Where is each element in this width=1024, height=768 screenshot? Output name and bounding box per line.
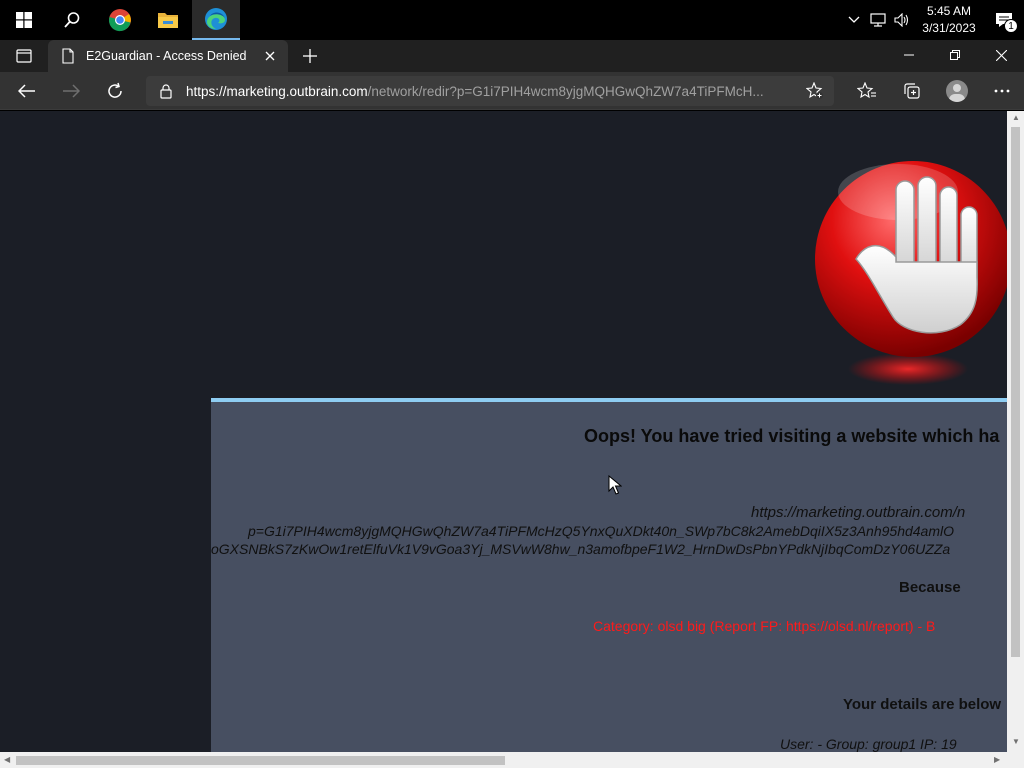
favorites-button[interactable] xyxy=(844,72,889,110)
blocked-url-line-2: p=G1i7PIH4wcm8yjgMQHGwQhZW7a4TiPFMcHzQ5Y… xyxy=(248,523,954,539)
action-center-button[interactable]: 1 xyxy=(984,0,1024,40)
edge-icon xyxy=(205,8,227,30)
clock-time: 5:45 AM xyxy=(926,4,972,18)
file-explorer-taskbar-button[interactable] xyxy=(144,0,192,40)
scroll-up-arrow-icon[interactable]: ▲ xyxy=(1012,113,1020,122)
scroll-right-arrow-icon[interactable]: ▶ xyxy=(994,755,1000,764)
clock[interactable]: 5:45 AM 3/31/2023 xyxy=(914,3,984,37)
page-viewport: Oops! You have tried visiting a website … xyxy=(0,111,1007,752)
windows-logo-icon xyxy=(16,12,32,28)
search-icon xyxy=(64,12,80,28)
collections-icon xyxy=(903,83,920,99)
blocked-url-line-1: https://marketing.outbrain.com/n xyxy=(751,504,966,521)
refresh-button[interactable] xyxy=(93,72,137,110)
chrome-icon xyxy=(108,9,131,32)
network-button[interactable] xyxy=(866,0,890,40)
page-title: Oops! You have tried visiting a website … xyxy=(584,426,1000,446)
tab-actions-icon xyxy=(16,49,32,63)
arrow-left-icon xyxy=(18,83,35,98)
avatar xyxy=(945,80,968,102)
network-icon xyxy=(870,13,886,27)
taskbar: 5:45 AM 3/31/2023 1 xyxy=(0,0,1024,40)
close-icon xyxy=(265,51,275,61)
speaker-icon xyxy=(894,13,909,27)
profile-button[interactable] xyxy=(934,72,979,110)
minimize-button[interactable] xyxy=(886,40,932,70)
arrow-right-icon xyxy=(63,83,80,98)
vertical-scroll-thumb[interactable] xyxy=(1011,127,1020,657)
horizontal-scroll-thumb[interactable] xyxy=(16,756,505,765)
denied-panel: Oops! You have tried visiting a website … xyxy=(211,398,1007,752)
tab-active[interactable]: E2Guardian - Access Denied xyxy=(48,40,288,72)
toolbar-right xyxy=(844,72,1024,110)
new-tab-button[interactable] xyxy=(294,40,326,72)
start-button[interactable] xyxy=(0,0,48,40)
window-controls xyxy=(886,40,1024,70)
blocked-url-line-3: oGXSNBkS7zKwOw1retElfuVk1V9vGoa3Yj_MSVwW… xyxy=(211,541,951,557)
url-text[interactable]: https://marketing.outbrain.com/network/r… xyxy=(186,84,790,99)
system-tray: 5:45 AM 3/31/2023 1 xyxy=(842,0,1024,40)
lock-icon[interactable] xyxy=(158,83,174,99)
tab-title: E2Guardian - Access Denied xyxy=(86,49,247,63)
settings-menu-button[interactable] xyxy=(979,72,1024,110)
volume-button[interactable] xyxy=(890,0,914,40)
because-heading: Because xyxy=(899,579,961,596)
add-favorite-icon[interactable] xyxy=(806,82,824,100)
horizontal-scrollbar[interactable]: ◀ ▶ xyxy=(0,752,1007,768)
tab-close-button[interactable] xyxy=(260,46,280,66)
tray-overflow-button[interactable] xyxy=(842,0,866,40)
page-icon xyxy=(62,48,74,64)
search-button[interactable] xyxy=(48,0,96,40)
plus-icon xyxy=(303,49,317,63)
tab-strip: E2Guardian - Access Denied xyxy=(0,40,1024,72)
chevron-up-icon xyxy=(848,16,860,23)
details-heading: Your details are below xyxy=(843,696,1002,713)
user-details: User: - Group: group1 IP: 19 xyxy=(780,736,957,752)
back-button[interactable] xyxy=(5,72,49,110)
restore-button[interactable] xyxy=(932,40,978,70)
close-window-button[interactable] xyxy=(978,40,1024,70)
block-category[interactable]: Category: olsd big (Report FP: https://o… xyxy=(593,618,935,634)
url-path: /network/redir?p=G1i7PIH4wcm8yjgMQHGwQhZ… xyxy=(367,83,764,99)
vertical-scrollbar[interactable]: ▲ ▼ xyxy=(1007,111,1024,752)
url-host: https://marketing.outbrain.com xyxy=(186,83,368,99)
stop-hand-icon xyxy=(815,161,1007,385)
collections-button[interactable] xyxy=(889,72,934,110)
refresh-icon xyxy=(108,82,122,98)
mouse-cursor-icon xyxy=(608,475,622,495)
tab-actions-button[interactable] xyxy=(0,40,48,72)
scroll-left-arrow-icon[interactable]: ◀ xyxy=(4,755,10,764)
scrollbar-corner xyxy=(1007,752,1024,768)
forward-button[interactable] xyxy=(49,72,93,110)
favorites-icon xyxy=(856,82,876,99)
close-icon xyxy=(995,49,1007,61)
notification-badge: 1 xyxy=(1004,19,1018,33)
navigation-bar: https://marketing.outbrain.com/network/r… xyxy=(0,72,1024,110)
more-icon xyxy=(994,89,1009,93)
folder-icon xyxy=(158,13,178,28)
restore-icon xyxy=(950,50,960,60)
clock-date: 3/31/2023 xyxy=(922,21,976,35)
chrome-taskbar-button[interactable] xyxy=(96,0,144,40)
edge-taskbar-button[interactable] xyxy=(192,0,240,40)
address-bar[interactable]: https://marketing.outbrain.com/network/r… xyxy=(146,76,834,106)
minimize-icon xyxy=(904,54,914,56)
scroll-down-arrow-icon[interactable]: ▼ xyxy=(1012,737,1020,746)
